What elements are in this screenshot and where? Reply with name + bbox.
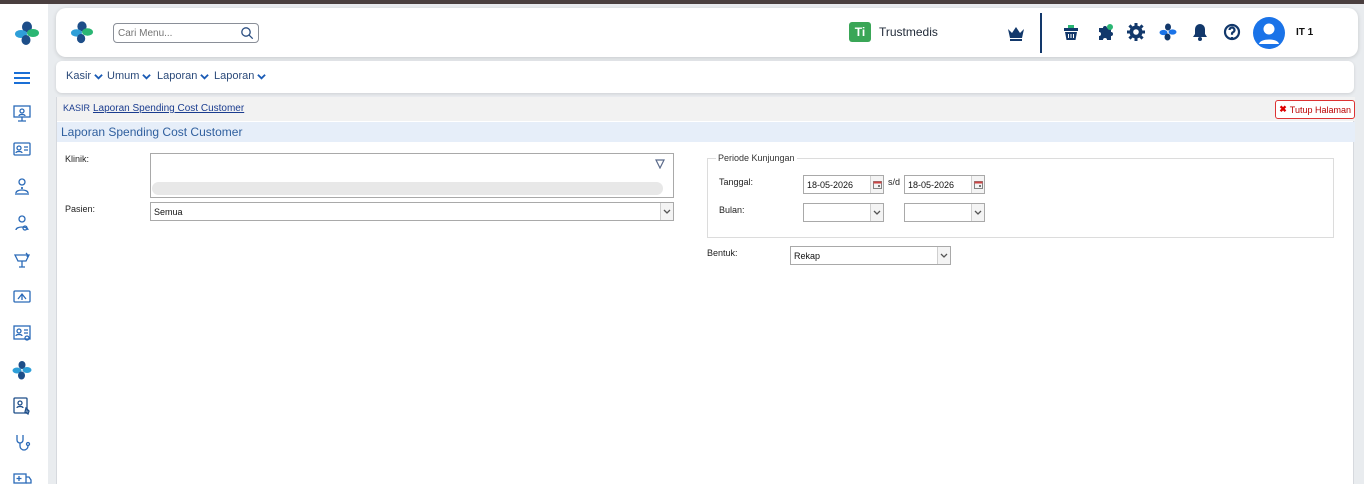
top-header: Ti Trustmedis IT 1 (56, 8, 1358, 57)
user-name[interactable]: IT 1 (1296, 27, 1313, 38)
brand: Ti Trustmedis (849, 22, 938, 42)
user-avatar-icon (1259, 23, 1279, 44)
sd-label: s/d (888, 177, 901, 187)
bell-icon[interactable] (1190, 22, 1210, 42)
header-logo-icon[interactable] (70, 20, 94, 44)
chevron-down-icon (257, 73, 267, 80)
pharmacy-icon[interactable] (11, 249, 33, 271)
gear-icon[interactable] (1126, 22, 1146, 42)
close-page-label: Tutup Halaman (1289, 104, 1351, 115)
presentation-icon[interactable] (11, 102, 33, 124)
menu-kasir[interactable]: Kasir (66, 70, 103, 82)
breadcrumb-current[interactable]: Laporan Spending Cost Customer (93, 103, 244, 114)
bulan-label: Bulan: (719, 205, 745, 215)
menu-laporan-2-label: Laporan (214, 70, 255, 82)
chevron-down-icon (200, 73, 210, 80)
plus-logo-icon[interactable] (11, 359, 33, 381)
left-sidebar (0, 4, 48, 484)
menu-kasir-label: Kasir (66, 70, 92, 82)
puzzle-icon[interactable] (1095, 22, 1115, 42)
menu-umum-label: Umum (107, 70, 140, 82)
calendar-icon[interactable] (870, 176, 883, 193)
bentuk-value: Rekap (794, 251, 821, 261)
tanggal-from-value: 18-05-2026 (807, 180, 854, 190)
calendar-icon[interactable] (971, 176, 984, 193)
report-card-icon[interactable] (11, 322, 33, 344)
chevron-down-icon[interactable] (660, 203, 673, 220)
doctor-icon[interactable] (11, 175, 33, 197)
page-title: Laporan Spending Cost Customer (61, 125, 243, 139)
avatar[interactable] (1253, 17, 1285, 49)
tanggal-to-input[interactable]: 18-05-2026 (904, 175, 985, 194)
user-outline-icon[interactable] (11, 212, 33, 234)
tanggal-to-value: 18-05-2026 (908, 180, 955, 190)
chevron-down-icon[interactable] (971, 204, 984, 221)
pasien-value: Semua (154, 207, 183, 217)
id-card-icon[interactable] (11, 138, 33, 160)
filter-icon[interactable] (655, 159, 665, 169)
crown-icon[interactable] (1006, 24, 1026, 42)
klinik-label: Klinik: (65, 154, 90, 164)
klinik-selection-bar (152, 182, 663, 195)
cashier-icon[interactable] (11, 285, 33, 307)
periode-kunjungan-group: Periode Kunjungan Tanggal: 18-05-2026 s/… (707, 153, 1334, 238)
menu-bar: Kasir Umum Laporan Laporan (56, 61, 1354, 93)
window-top-strip (0, 0, 1364, 4)
pasien-select[interactable]: Semua (150, 202, 674, 221)
bulan-from-select[interactable] (803, 203, 884, 222)
close-page-button[interactable]: ✖ Tutup Halaman (1275, 100, 1355, 119)
menu-icon[interactable] (11, 67, 33, 89)
support-icon[interactable] (1222, 22, 1242, 42)
ambulance-icon[interactable] (11, 467, 33, 484)
tanggal-from-input[interactable]: 18-05-2026 (803, 175, 884, 194)
brand-name: Trustmedis (879, 25, 938, 39)
chevron-down-icon (94, 73, 103, 80)
close-icon: ✖ (1279, 104, 1287, 114)
search-input[interactable] (114, 24, 232, 42)
periode-legend: Periode Kunjungan (716, 153, 797, 163)
menu-laporan-1-label: Laporan (157, 70, 198, 82)
brand-logo: Ti (849, 22, 871, 42)
patient-select-icon[interactable] (11, 395, 33, 417)
breadcrumb: KASIR Laporan Spending Cost Customer ✖ T… (57, 97, 1355, 121)
bentuk-label: Bentuk: (707, 248, 738, 258)
bentuk-select[interactable]: Rekap (790, 246, 951, 265)
breadcrumb-root[interactable]: KASIR (63, 103, 90, 113)
search-box (113, 23, 259, 43)
header-divider (1040, 13, 1042, 53)
page-title-bar: Laporan Spending Cost Customer (57, 122, 1355, 142)
tanggal-label: Tanggal: (719, 177, 754, 187)
app-logo-icon[interactable] (14, 20, 40, 46)
pasien-label: Pasien: (65, 204, 96, 214)
main-panel: KASIR Laporan Spending Cost Customer ✖ T… (56, 97, 1355, 484)
plus-logo-icon[interactable] (1158, 22, 1178, 42)
menu-umum[interactable]: Umum (107, 70, 152, 82)
stethoscope-icon[interactable] (11, 432, 33, 454)
shopping-basket-icon[interactable] (1061, 22, 1081, 42)
search-icon[interactable] (240, 26, 254, 40)
menu-laporan-1[interactable]: Laporan (157, 70, 210, 82)
chevron-down-icon[interactable] (870, 204, 883, 221)
menu-laporan-2[interactable]: Laporan (214, 70, 267, 82)
klinik-multiselect[interactable] (150, 153, 674, 198)
chevron-down-icon[interactable] (937, 247, 950, 264)
chevron-down-icon (142, 73, 152, 80)
bulan-to-select[interactable] (904, 203, 985, 222)
